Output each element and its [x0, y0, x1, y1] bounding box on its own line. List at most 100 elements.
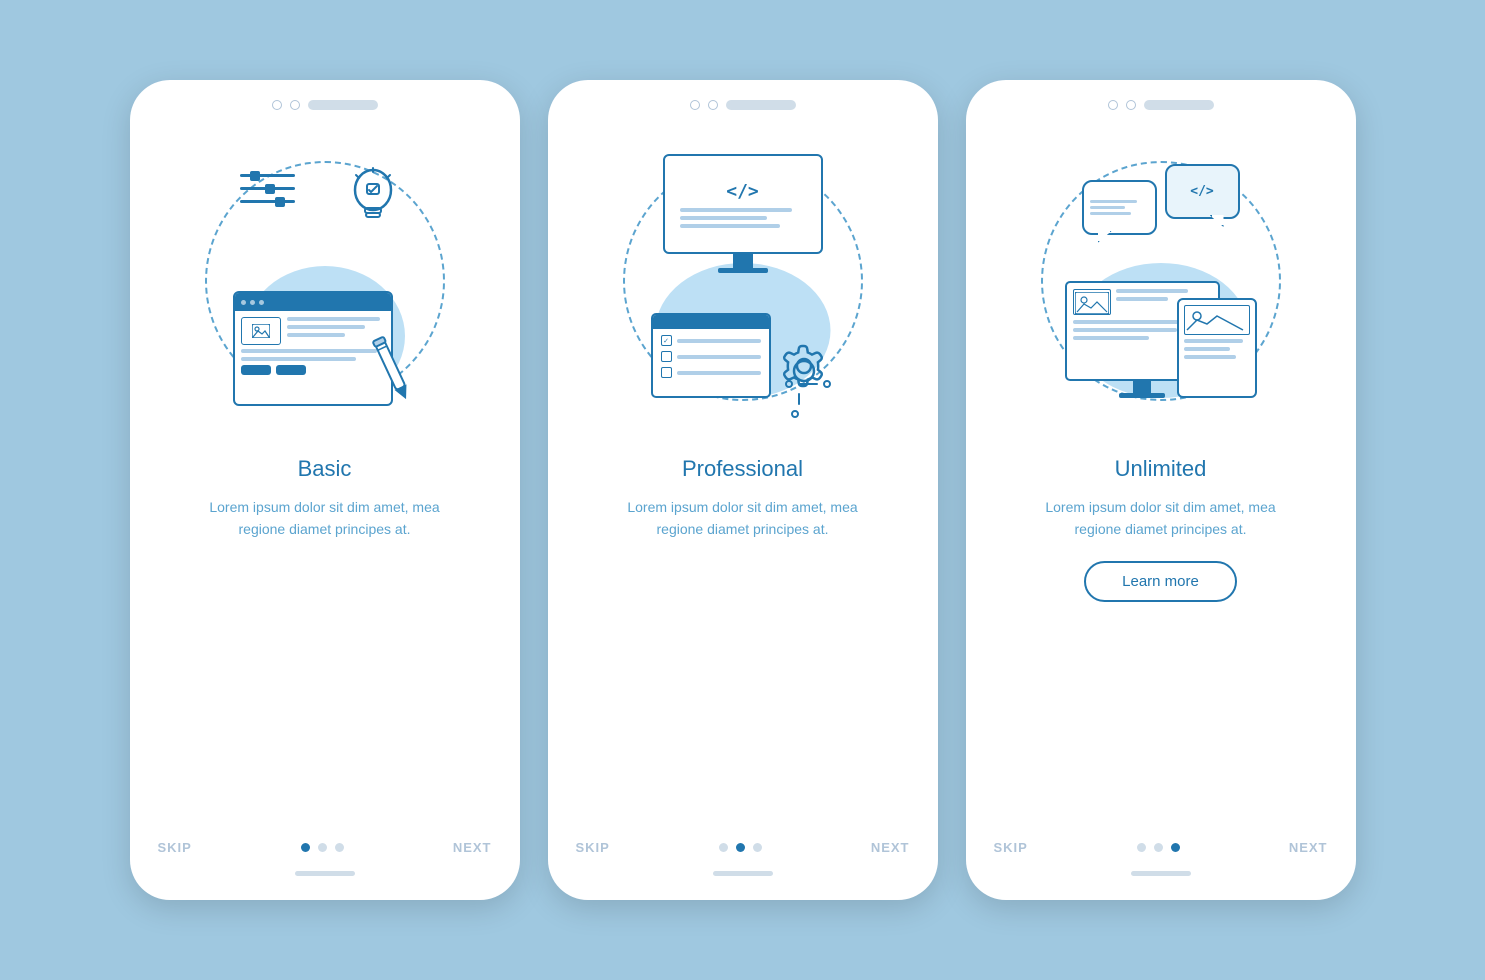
pro-skip-button[interactable]: SKIP: [576, 840, 610, 855]
ul-nav-dots: [1137, 843, 1180, 852]
nav-dot-2: [318, 843, 327, 852]
web-dot: [241, 300, 246, 305]
phone-circle: [1126, 100, 1136, 110]
phone-top-bar-basic: [130, 100, 520, 110]
circuit-dots: [785, 380, 831, 418]
code-line: [680, 216, 767, 220]
tablet-icon: [1177, 298, 1257, 398]
phone-top-bar-pro: [548, 100, 938, 110]
phone-pill: [1144, 100, 1214, 110]
ul-nav: SKIP NEXT: [966, 840, 1356, 855]
phones-container: Basic Lorem ipsum dolor sit dim amet, me…: [130, 80, 1356, 900]
code-tag-icon: </>: [1190, 184, 1213, 199]
ul-illustration-area: </>: [1021, 126, 1301, 436]
ul-tablet-img: [1184, 305, 1250, 335]
web-mockup-header: [235, 293, 391, 311]
ul-stand: [1133, 381, 1151, 393]
checklist: ✓: [653, 329, 769, 389]
monitor-stand: [733, 254, 753, 268]
code-tag: </>: [726, 181, 759, 202]
slider-thumb: [265, 184, 275, 194]
web-btn: [276, 365, 306, 375]
chat-bubbles: </>: [1082, 164, 1240, 235]
slider-track: [240, 187, 295, 190]
check-item: [661, 367, 761, 378]
pro-nav-dots: [719, 843, 762, 852]
checkbox: [661, 367, 672, 378]
basic-description: Lorem ipsum dolor sit dim amet, mea regi…: [195, 496, 455, 541]
pro-nav: SKIP NEXT: [548, 840, 938, 855]
phone-handle: [713, 871, 773, 876]
small-monitor-header: [653, 315, 769, 329]
phone-professional: </> ✓: [548, 80, 938, 900]
nav-dot-3: [335, 843, 344, 852]
ul-next-button[interactable]: NEXT: [1289, 840, 1328, 855]
code-line: [680, 224, 780, 228]
pro-next-button[interactable]: NEXT: [871, 840, 910, 855]
web-line: [241, 357, 356, 361]
web-image-placeholder: [241, 317, 281, 345]
chat-bubble-1: [1082, 180, 1157, 235]
phone-handle: [295, 871, 355, 876]
nav-dot-2: [736, 843, 745, 852]
phone-circle: [708, 100, 718, 110]
learn-more-button[interactable]: Learn more: [1084, 561, 1237, 602]
phone-pill: [308, 100, 378, 110]
basic-nav-dots: [301, 843, 344, 852]
basic-nav: SKIP NEXT: [130, 840, 520, 855]
web-line: [287, 333, 346, 337]
basic-next-button[interactable]: NEXT: [453, 840, 492, 855]
checkbox: [661, 351, 672, 362]
nav-dot-3: [753, 843, 762, 852]
checkbox: ✓: [661, 335, 672, 346]
ul-content: Unlimited Lorem ipsum dolor sit dim amet…: [1003, 456, 1319, 840]
ul-img-placeholder: [1073, 289, 1111, 315]
monitor-base: [718, 268, 768, 273]
chat-bubble-2: </>: [1165, 164, 1240, 219]
monitor-screen: </>: [663, 154, 823, 254]
bulb-icon: [343, 164, 403, 234]
slider-thumb: [250, 171, 260, 181]
pro-title: Professional: [682, 456, 803, 482]
phone-circle: [272, 100, 282, 110]
phone-top-bar-ul: [966, 100, 1356, 110]
code-lines: [680, 208, 805, 228]
nav-dot-3: [1171, 843, 1180, 852]
basic-content: Basic Lorem ipsum dolor sit dim amet, me…: [167, 456, 483, 840]
monitor-icon: </>: [663, 154, 823, 273]
web-line: [287, 317, 380, 321]
phone-pill: [726, 100, 796, 110]
web-btn: [241, 365, 271, 375]
nav-dot-2: [1154, 843, 1163, 852]
pro-illustration-area: </> ✓: [603, 126, 883, 436]
slider-thumb: [275, 197, 285, 207]
phone-unlimited: </>: [966, 80, 1356, 900]
sliders-icon: [240, 174, 315, 229]
check-line: [677, 371, 761, 375]
basic-title: Basic: [298, 456, 352, 482]
nav-dot-1: [1137, 843, 1146, 852]
web-dot: [250, 300, 255, 305]
ul-title: Unlimited: [1115, 456, 1207, 482]
basic-skip-button[interactable]: SKIP: [158, 840, 192, 855]
pro-content: Professional Lorem ipsum dolor sit dim a…: [585, 456, 901, 840]
check-line: [677, 339, 761, 343]
phone-handle: [1131, 871, 1191, 876]
ul-skip-button[interactable]: SKIP: [994, 840, 1028, 855]
web-buttons: [241, 365, 385, 375]
phone-circle: [290, 100, 300, 110]
pro-description: Lorem ipsum dolor sit dim amet, mea regi…: [613, 496, 873, 541]
ul-description: Lorem ipsum dolor sit dim amet, mea regi…: [1031, 496, 1291, 541]
check-item: ✓: [661, 335, 761, 346]
web-line: [241, 349, 378, 353]
ul-base: [1119, 393, 1165, 398]
code-line: [680, 208, 792, 212]
phone-circle: [690, 100, 700, 110]
phone-basic: Basic Lorem ipsum dolor sit dim amet, me…: [130, 80, 520, 900]
web-line: [287, 325, 365, 329]
slider-track: [240, 174, 295, 177]
bubble-lines: [1084, 194, 1155, 221]
check-line: [677, 355, 761, 359]
web-dot: [259, 300, 264, 305]
basic-illustration-area: [185, 126, 465, 436]
